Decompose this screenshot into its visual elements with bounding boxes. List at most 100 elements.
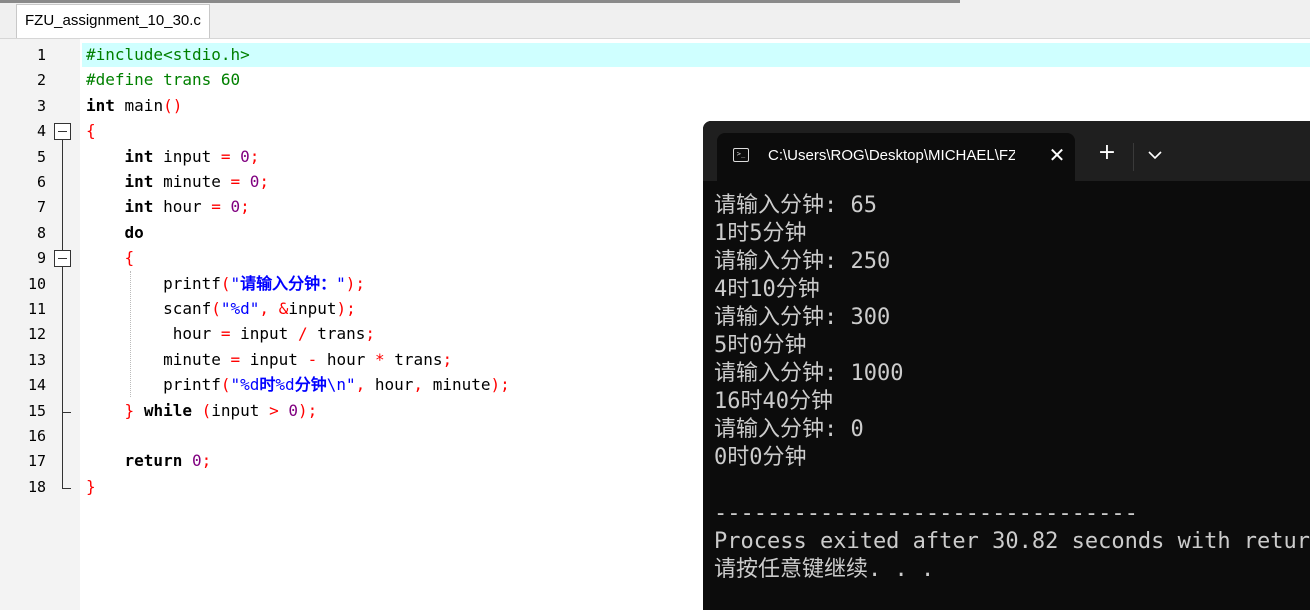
code-line[interactable]: return 0; <box>86 449 212 473</box>
console-line: -------------------------------- <box>714 501 1138 526</box>
code-token: 0 <box>288 400 298 420</box>
code-token: ( <box>211 299 221 318</box>
code-token: * <box>375 349 385 369</box>
code-line[interactable]: printf("%d时%d分钟\n", hour, minute); <box>86 373 510 397</box>
code-token: ; <box>365 324 376 344</box>
fold-collapse-button[interactable] <box>54 250 71 268</box>
window-top-border <box>0 0 960 3</box>
code-token: ( <box>201 400 212 420</box>
console-line: 4时10分钟 <box>714 277 820 302</box>
code-token: " <box>336 273 346 293</box>
code-line[interactable]: hour = input / trans; <box>86 322 375 346</box>
code-line[interactable]: { <box>86 119 96 143</box>
fold-guide-line <box>62 267 63 412</box>
code-line[interactable]: int hour = 0; <box>86 195 250 219</box>
code-token: input <box>288 299 337 318</box>
code-token: } <box>86 476 96 496</box>
tab-fzu-assignment-file[interactable]: FZU_assignment_10_30.c <box>16 4 210 38</box>
line-number: 10 <box>27 274 46 293</box>
code-token: = <box>230 172 241 191</box>
code-token: 分钟 <box>294 375 327 395</box>
code-token: ); <box>345 273 366 293</box>
code-token: } <box>86 400 135 420</box>
code-token: 0 <box>240 146 250 166</box>
chevron-down-icon[interactable] <box>1143 143 1167 167</box>
line-number: 2 <box>36 71 46 90</box>
console-line: 请输入分钟: 65 <box>714 193 877 218</box>
fold-collapse-button[interactable] <box>54 123 71 141</box>
code-token: () <box>163 95 183 115</box>
code-token: printf <box>86 273 221 293</box>
code-token: ; <box>201 451 212 471</box>
code-token: minute <box>153 172 231 191</box>
code-token: , <box>413 375 424 395</box>
code-token: hour <box>86 324 221 344</box>
code-line[interactable]: } <box>86 475 96 499</box>
code-token: & <box>278 299 289 318</box>
terminal-icon: >_ <box>733 148 749 162</box>
code-token: int <box>86 146 154 166</box>
code-token: do <box>86 222 144 242</box>
editor-tabbar: FZU_assignment_10_30.c <box>0 0 1310 39</box>
code-line[interactable]: do <box>86 221 144 245</box>
code-token: return <box>86 451 183 471</box>
code-token: 时 <box>259 375 276 395</box>
code-token: = <box>220 146 231 166</box>
code-line[interactable]: int input = 0; <box>86 145 260 169</box>
console-line: 1时5分钟 <box>714 221 807 246</box>
console-tab-title: C:\Users\ROG\Desktop\MICHAEL\FZU_assignm… <box>768 147 1015 164</box>
code-token: / <box>297 324 308 344</box>
code-token: minute <box>86 349 231 369</box>
code-token: hour <box>153 197 212 217</box>
code-token: ; <box>249 146 260 166</box>
code-line[interactable]: #include<stdio.h> <box>86 43 250 67</box>
code-line[interactable]: { <box>86 246 135 270</box>
code-token: 0 <box>249 172 260 191</box>
code-line[interactable]: scanf("%d", &input); <box>86 297 356 321</box>
console-window[interactable]: >_ C:\Users\ROG\Desktop\MICHAEL\FZU_assi… <box>703 121 1310 610</box>
line-number: 1 <box>36 46 46 64</box>
code-line[interactable]: int minute = 0; <box>86 170 270 194</box>
code-token: int <box>86 95 115 115</box>
line-number: 15 <box>27 401 46 420</box>
code-token: ( <box>220 375 231 395</box>
code-line[interactable]: #define trans 60 <box>86 68 240 92</box>
console-line: 请按任意键继续. . . <box>714 557 935 582</box>
line-number: 12 <box>27 325 46 344</box>
code-token: while <box>143 400 192 420</box>
code-line[interactable]: } while (input > 0); <box>86 399 318 423</box>
code-token: ; <box>442 349 453 369</box>
code-token: "%d" <box>220 299 260 318</box>
code-token: = <box>211 197 221 217</box>
code-token: ); <box>336 299 356 318</box>
code-line[interactable]: printf("请输入分钟："); <box>86 272 365 296</box>
line-number: 6 <box>36 173 46 191</box>
plus-icon[interactable]: + <box>1095 139 1119 167</box>
code-line[interactable]: int main() <box>86 94 182 118</box>
code-token: input <box>230 324 298 344</box>
line-number: 5 <box>36 147 46 166</box>
line-number: 3 <box>36 96 46 115</box>
code-token: 0 <box>191 451 202 471</box>
code-token: = <box>230 349 241 369</box>
code-token: , <box>259 299 270 318</box>
console-line: 请输入分钟: 0 <box>714 417 864 442</box>
console-tab[interactable]: >_ C:\Users\ROG\Desktop\MICHAEL\FZU_assi… <box>717 133 1075 181</box>
code-token: ); <box>297 400 318 420</box>
code-token: printf <box>86 375 221 395</box>
code-token: > <box>269 400 279 420</box>
code-line[interactable]: minute = input - hour * trans; <box>86 348 452 372</box>
code-token: ; <box>259 172 270 191</box>
line-number: 4 <box>36 122 46 141</box>
code-token: %d <box>275 375 295 395</box>
close-icon[interactable]: ✕ <box>1045 141 1069 169</box>
code-token: ( <box>220 273 231 293</box>
console-line: 请输入分钟: 300 <box>714 305 891 330</box>
code-token: hour <box>365 375 414 395</box>
